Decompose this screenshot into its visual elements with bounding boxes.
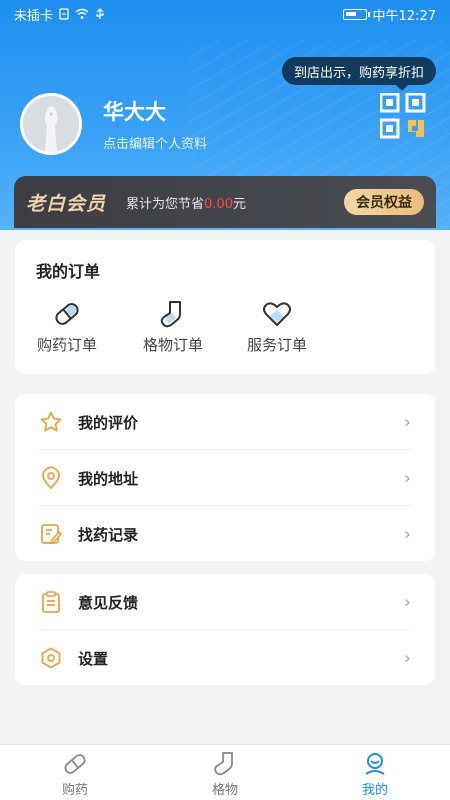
savings-amount: 0.00 [204,196,233,212]
savings-text: 累计为您节省0.00元 [126,196,246,212]
clock-text: 中午12:27 [372,8,436,24]
pill-icon [64,754,86,774]
menu-item-feedback[interactable]: 意见反馈 › [39,574,411,630]
chevron-right-icon: › [403,523,411,545]
order-item-medicine[interactable]: 购药订单 [27,300,107,355]
menu-label: 我的评价 [78,413,139,432]
order-label: 购药订单 [36,336,97,354]
menu-item-my-address[interactable]: 我的地址 › [39,450,411,506]
username[interactable]: 华大大 [103,96,166,126]
member-tag: 老白会员 [26,192,107,215]
bottom-nav: 购药 格物 我的 [0,744,450,800]
nav-tab-mine[interactable]: 我的 [300,745,450,800]
menu-group-2: 意见反馈 › 设置 › [15,574,435,685]
heart-icon [263,302,291,326]
nav-tab-goods[interactable]: 格物 [150,745,300,800]
edit-profile-link[interactable]: 点击编辑个人资料 [103,133,207,152]
order-item-goods[interactable]: 格物订单 [133,300,213,355]
avatar[interactable] [20,93,82,155]
nav-label: 格物 [211,783,238,798]
wifi-icon [75,8,89,19]
menu-label: 我的地址 [78,469,139,488]
sim-icon [59,8,69,20]
nav-tab-medicine[interactable]: 购药 [0,745,150,800]
giraffe-avatar-icon [23,96,79,152]
nav-label: 购药 [61,783,88,798]
battery-icon [342,8,370,20]
sock-icon [214,752,233,776]
orders-title: 我的订单 [36,262,101,281]
status-bar: 未插卡 中午12:27 [0,0,450,28]
chevron-right-icon: › [403,467,411,489]
menu-item-settings[interactable]: 设置 › [39,630,411,686]
member-benefits-button[interactable]: 会员权益 [344,189,424,215]
qr-tooltip: 到店出示，购药享折扣 [281,57,436,91]
user-icon [365,753,385,775]
qr-code-icon[interactable] [380,93,432,139]
star-icon [40,411,62,432]
pill-icon [55,303,79,325]
nav-label: 我的 [361,783,388,798]
menu-group-1: 我的评价 › 我的地址 › 找药记录 › [15,394,435,561]
my-orders-card: 我的订单 购药订单 格物订单 服务订单 [15,240,435,374]
menu-label: 找药记录 [78,525,139,544]
feedback-icon [42,591,60,613]
chevron-right-icon: › [403,411,411,433]
order-label: 服务订单 [246,336,307,354]
menu-item-my-reviews[interactable]: 我的评价 › [39,394,411,450]
menu-item-drug-search-history[interactable]: 找药记录 › [39,506,411,562]
usb-icon [96,8,104,19]
sock-icon [160,301,181,328]
settings-icon [41,647,61,669]
order-label: 格物订单 [142,336,203,354]
member-bar[interactable]: 老白会员 累计为您节省0.00元 会员权益 [14,176,436,228]
carrier-text: 未插卡 [14,8,54,24]
menu-label: 意见反馈 [78,593,139,612]
chevron-right-icon: › [403,591,411,613]
menu-label: 设置 [78,649,109,668]
edit-record-icon [41,524,63,545]
order-item-service[interactable]: 服务订单 [237,300,317,355]
chevron-right-icon: › [403,647,411,669]
location-icon [42,466,60,490]
